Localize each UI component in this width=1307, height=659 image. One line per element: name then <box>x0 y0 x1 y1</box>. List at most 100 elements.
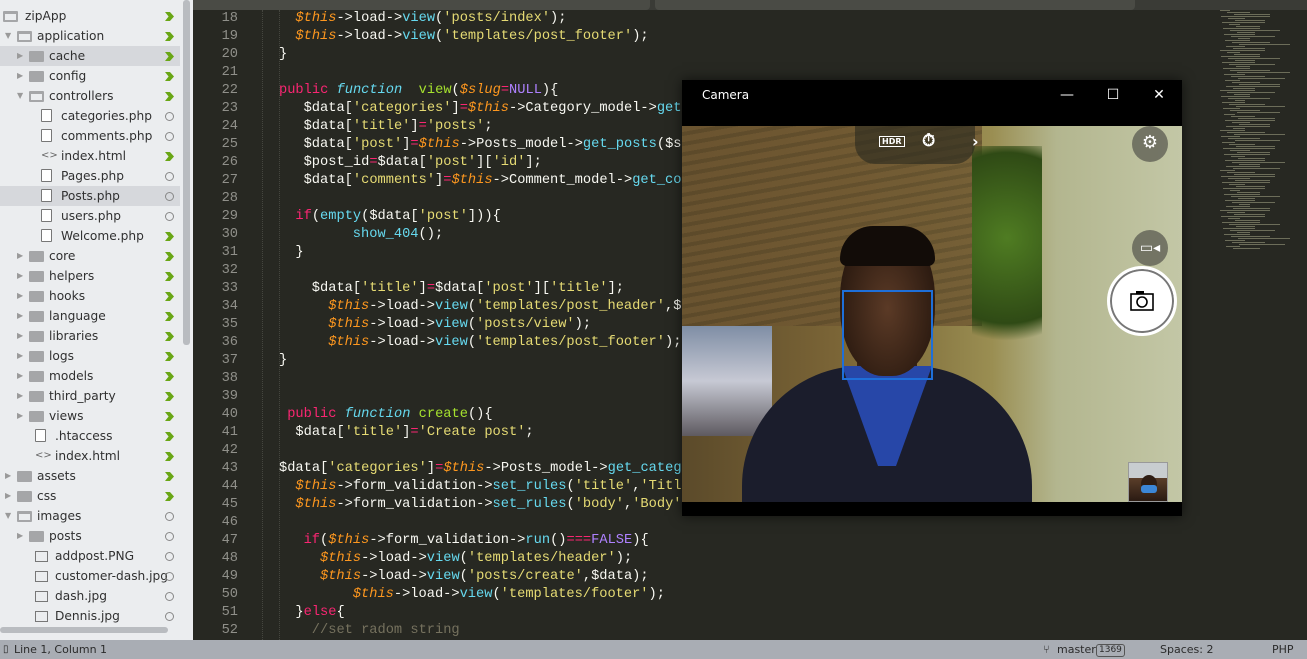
git-untracked-icon <box>165 572 174 581</box>
last-photo-thumbnail[interactable] <box>1128 462 1168 502</box>
tab[interactable] <box>150 0 650 10</box>
sidebar-item[interactable]: Welcome.php <box>0 226 180 246</box>
code-token: = <box>459 101 468 116</box>
video-mode-icon[interactable]: ▭◂ <box>1132 230 1168 266</box>
close-button[interactable]: ✕ <box>1136 80 1182 110</box>
sidebar-item[interactable]: Posts.php <box>0 186 180 206</box>
code-token: $this <box>418 137 460 152</box>
minimap-line <box>1230 150 1250 151</box>
maximize-button[interactable]: ☐ <box>1090 80 1136 110</box>
expand-arrow-icon[interactable]: ▼ <box>5 26 11 46</box>
git-untracked-icon <box>165 552 174 561</box>
sidebar-item-label: index.html <box>61 149 126 163</box>
minimap-line <box>1229 224 1280 225</box>
sidebar-item[interactable]: ▶ cache <box>0 46 180 66</box>
minimap-line <box>1234 94 1250 95</box>
folder-open-icon <box>29 91 44 102</box>
minimap-line <box>1222 222 1260 223</box>
minimap[interactable] <box>1215 10 1305 250</box>
minimap-line <box>1238 238 1290 239</box>
camera-icon <box>1130 291 1154 311</box>
code-token: 'Create post' <box>418 425 526 440</box>
git-modified-icon <box>165 12 174 21</box>
sidebar-item[interactable]: ▶ logs <box>0 346 180 366</box>
collapse-arrow-icon[interactable]: ▶ <box>17 66 23 86</box>
sidebar-item[interactable]: zipApp <box>0 6 180 26</box>
collapse-arrow-icon[interactable]: ▶ <box>17 306 23 326</box>
syntax-selector[interactable]: PHP <box>1272 640 1294 659</box>
collapse-arrow-icon[interactable]: ▶ <box>17 526 23 546</box>
sidebar-item[interactable]: ▶ core <box>0 246 180 266</box>
code-token: $data[ <box>303 137 353 152</box>
expand-chevron-icon[interactable]: › <box>972 132 979 151</box>
minimap-line <box>1224 74 1245 75</box>
collapse-arrow-icon[interactable]: ▶ <box>17 46 23 66</box>
code-token: 'posts/view' <box>476 317 575 332</box>
sidebar-item[interactable]: addpost.PNG <box>0 546 180 566</box>
sidebar-item[interactable]: categories.php <box>0 106 180 126</box>
sidebar-item[interactable]: ▶ hooks <box>0 286 180 306</box>
timer-off-icon[interactable]: ⏱ <box>922 131 935 151</box>
sidebar-item[interactable]: ▶ libraries <box>0 326 180 346</box>
folder-icon <box>29 531 44 542</box>
sidebar-item[interactable]: ▶ helpers <box>0 266 180 286</box>
collapse-arrow-icon[interactable]: ▶ <box>17 386 23 406</box>
code-token: 'title' <box>352 119 411 134</box>
sidebar-item[interactable]: .htaccess <box>0 426 180 446</box>
sidebar-item[interactable]: ▶ config <box>0 66 180 86</box>
line-number: 43 <box>221 461 238 476</box>
collapse-arrow-icon[interactable]: ▶ <box>5 486 11 506</box>
sidebar-item[interactable]: ▶ css <box>0 486 180 506</box>
sidebar-item[interactable]: ▶ posts <box>0 526 180 546</box>
sidebar-item-label: categories.php <box>61 109 152 123</box>
panel-toggle-icon[interactable]: ▯ <box>3 640 9 659</box>
sidebar-horizontal-scrollbar[interactable] <box>0 627 168 633</box>
sidebar-item[interactable]: customer-dash.jpg <box>0 566 180 586</box>
expand-arrow-icon[interactable]: ▼ <box>17 86 23 106</box>
hdr-off-icon[interactable]: HDR <box>879 136 905 147</box>
minimap-line <box>1224 114 1235 115</box>
minimap-line <box>1223 28 1260 29</box>
sidebar-item[interactable]: users.php <box>0 206 180 226</box>
sidebar-item[interactable]: ▼ controllers <box>0 86 180 106</box>
minimize-button[interactable]: — <box>1044 80 1090 110</box>
sidebar-item[interactable]: ▼ application <box>0 26 180 46</box>
minimap-line <box>1222 142 1235 143</box>
collapse-arrow-icon[interactable]: ▶ <box>17 366 23 386</box>
sidebar-item[interactable]: <> index.html <box>0 146 180 166</box>
indentation-setting[interactable]: Spaces: 2 <box>1160 640 1213 659</box>
sidebar-item[interactable]: ▶ language <box>0 306 180 326</box>
collapse-arrow-icon[interactable]: ▶ <box>17 326 23 346</box>
git-branch[interactable]: master <box>1057 640 1096 659</box>
minimap-line <box>1230 30 1280 31</box>
tab[interactable] <box>655 0 1135 10</box>
collapse-arrow-icon[interactable]: ▶ <box>17 246 23 266</box>
minimap-line <box>1237 112 1280 113</box>
code-token: $this <box>295 11 337 26</box>
sidebar-item[interactable]: ▶ third_party <box>0 386 180 406</box>
code-token: if <box>303 533 321 548</box>
minimap-line <box>1231 76 1265 77</box>
sidebar-item[interactable]: ▶ models <box>0 366 180 386</box>
collapse-arrow-icon[interactable]: ▶ <box>17 286 23 306</box>
sidebar-item[interactable]: <> index.html <box>0 446 180 466</box>
collapse-arrow-icon[interactable]: ▶ <box>5 466 11 486</box>
image-file-icon <box>35 571 48 582</box>
collapse-arrow-icon[interactable]: ▶ <box>17 406 23 426</box>
code-token: ->load-> <box>361 569 427 584</box>
sidebar-item[interactable]: ▼ images <box>0 506 180 526</box>
sidebar-item[interactable]: dash.jpg <box>0 586 180 606</box>
collapse-arrow-icon[interactable]: ▶ <box>17 266 23 286</box>
sidebar-item[interactable]: ▶ assets <box>0 466 180 486</box>
expand-arrow-icon[interactable]: ▼ <box>5 506 11 526</box>
take-photo-button[interactable] <box>1107 266 1177 336</box>
settings-gear-icon[interactable]: ⚙ <box>1132 126 1168 162</box>
sidebar-vertical-scrollbar[interactable] <box>183 0 190 345</box>
collapse-arrow-icon[interactable]: ▶ <box>17 346 23 366</box>
sidebar-item[interactable]: Pages.php <box>0 166 180 186</box>
sidebar-item[interactable]: comments.php <box>0 126 180 146</box>
sidebar-item[interactable]: ▶ views <box>0 406 180 426</box>
sidebar-item[interactable]: Dennis.jpg <box>0 606 180 626</box>
minimap-line <box>1239 84 1280 85</box>
line-number: 47 <box>221 533 238 548</box>
